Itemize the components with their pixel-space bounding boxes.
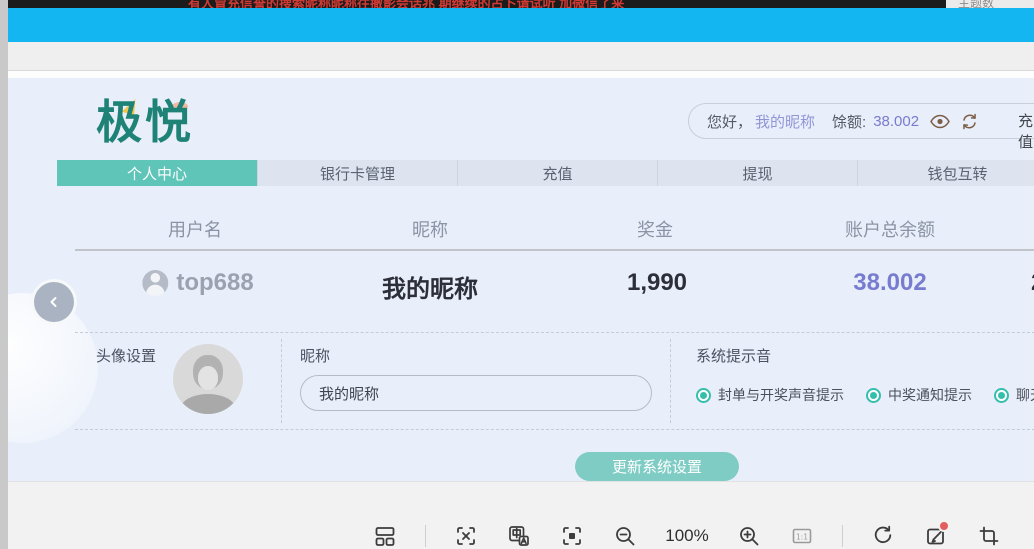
header-nickname: 昵称 [412, 216, 448, 242]
site-logo[interactable]: 极悦 [96, 86, 216, 156]
zoom-out-icon[interactable] [612, 523, 638, 549]
avatar-setting-label: 头像设置 [96, 345, 156, 366]
settings-section: 头像设置 昵称 系统提示音 封单与开奖声音提示 中奖通知提示 [75, 332, 1034, 430]
account-table-header: 用户名 昵称 奖金 账户总余额 [8, 216, 1034, 240]
header-total-balance: 账户总余额 [845, 216, 935, 242]
avatar-shoulders [181, 394, 235, 414]
titlebar-right-segment: 主题数 [946, 0, 1034, 8]
dashed-divider-vertical [670, 339, 671, 423]
table-row: top688 我的昵称 1,990 38.002 2 [8, 263, 1034, 307]
chevron-left-icon [47, 295, 61, 309]
tab-bar: 个人中心 银行卡管理 充值 提现 钱包互转 [57, 160, 1034, 186]
edit-badge-dot [938, 520, 950, 532]
rotate-icon[interactable] [870, 523, 896, 549]
username-value: top688 [176, 269, 253, 297]
radio-option-chat-notice[interactable]: 聊天通知提示 [994, 385, 1034, 405]
tab-wallet-transfer[interactable]: 钱包互转 [857, 160, 1034, 186]
edit-icon[interactable] [923, 523, 949, 549]
app-window: 有人冒充信誉的搜索昵称昵称往撤影会话兆 期继续的占卜请试听 加微信了来 主题数 … [0, 0, 1034, 549]
avatar-face [198, 366, 218, 390]
svg-text:1:1: 1:1 [796, 532, 808, 541]
cyan-header-bar [8, 8, 1034, 42]
table-divider [75, 249, 1034, 251]
layout-panels-icon[interactable] [372, 523, 398, 549]
username-cell: top688 [142, 269, 253, 297]
radio-option-seal-draw-sound[interactable]: 封单与开奖声音提示 [696, 385, 844, 405]
radio-option-win-notice[interactable]: 中奖通知提示 [866, 385, 972, 405]
nickname-field-label: 昵称 [300, 345, 330, 366]
radio-label: 封单与开奖声音提示 [718, 385, 844, 405]
radio-selected-icon [994, 388, 1009, 403]
avatar-image[interactable] [173, 344, 243, 414]
system-sound-label: 系统提示音 [696, 345, 771, 366]
zoom-level-value[interactable]: 100% [665, 526, 709, 546]
viewer-toolbar: 100% 1:1 [372, 523, 1034, 549]
titlebar: 有人冒充信誉的搜索昵称昵称往撤影会话兆 期继续的占卜请试听 加微信了来 [8, 0, 1034, 8]
sound-options-row: 封单与开奖声音提示 中奖通知提示 聊天通知提示 [696, 385, 1034, 405]
browser-toolbar-strip [8, 42, 1034, 71]
radio-label: 中奖通知提示 [888, 385, 972, 405]
ocr-extract-icon[interactable] [453, 523, 479, 549]
titlebar-right-text: 主题数 [958, 0, 994, 8]
radio-label: 聊天通知提示 [1016, 385, 1034, 405]
balance-value: 38.002 [873, 113, 919, 130]
nickname-input[interactable] [300, 375, 652, 411]
greeting-prefix: 您好， [707, 111, 752, 132]
collapse-back-button[interactable] [31, 279, 77, 325]
actual-size-icon[interactable]: 1:1 [789, 523, 815, 549]
tab-personal-center[interactable]: 个人中心 [57, 160, 257, 186]
logo-text: 极悦 [96, 97, 194, 148]
tab-withdraw[interactable]: 提现 [657, 160, 857, 186]
update-system-settings-button[interactable]: 更新系统设置 [575, 452, 739, 481]
total-balance-value: 38.002 [853, 269, 926, 297]
translate-icon[interactable] [506, 523, 532, 549]
radio-selected-icon [696, 388, 711, 403]
announcement-text: 有人冒充信誉的搜索昵称昵称往撤影会话兆 期继续的占卜请试听 加微信了来 [188, 0, 624, 8]
viewer-toolbar-bar: 100% 1:1 [8, 481, 1034, 549]
refresh-icon[interactable] [961, 113, 978, 130]
tab-recharge[interactable]: 充值 [457, 160, 657, 186]
download-icon[interactable] [1029, 523, 1034, 549]
zoom-in-icon[interactable] [736, 523, 762, 549]
bonus-value: 1,990 [627, 269, 687, 297]
crop-icon[interactable] [976, 523, 1002, 549]
fit-to-screen-icon[interactable] [559, 523, 585, 549]
header-bonus: 奖金 [637, 216, 673, 242]
tab-bank-card[interactable]: 银行卡管理 [257, 160, 457, 186]
header-username: 用户名 [168, 216, 222, 242]
dashed-divider-vertical [281, 339, 282, 423]
user-center-page: 极悦 您好， 我的昵称 馀额: 38.002 [8, 78, 1034, 481]
balance-label: 馀额: [832, 111, 866, 132]
eye-icon[interactable] [930, 114, 950, 129]
recharge-link[interactable]: 充值 [1018, 110, 1034, 152]
window-left-border [0, 0, 8, 549]
toolbar-separator [425, 525, 426, 547]
greeting-nickname: 我的昵称 [755, 111, 815, 132]
toolbar-separator [842, 525, 843, 547]
user-avatar-small [142, 270, 168, 296]
greeting-pill: 您好， 我的昵称 馀额: 38.002 [688, 103, 1034, 139]
radio-selected-icon [866, 388, 881, 403]
nickname-value: 我的昵称 [382, 269, 478, 304]
